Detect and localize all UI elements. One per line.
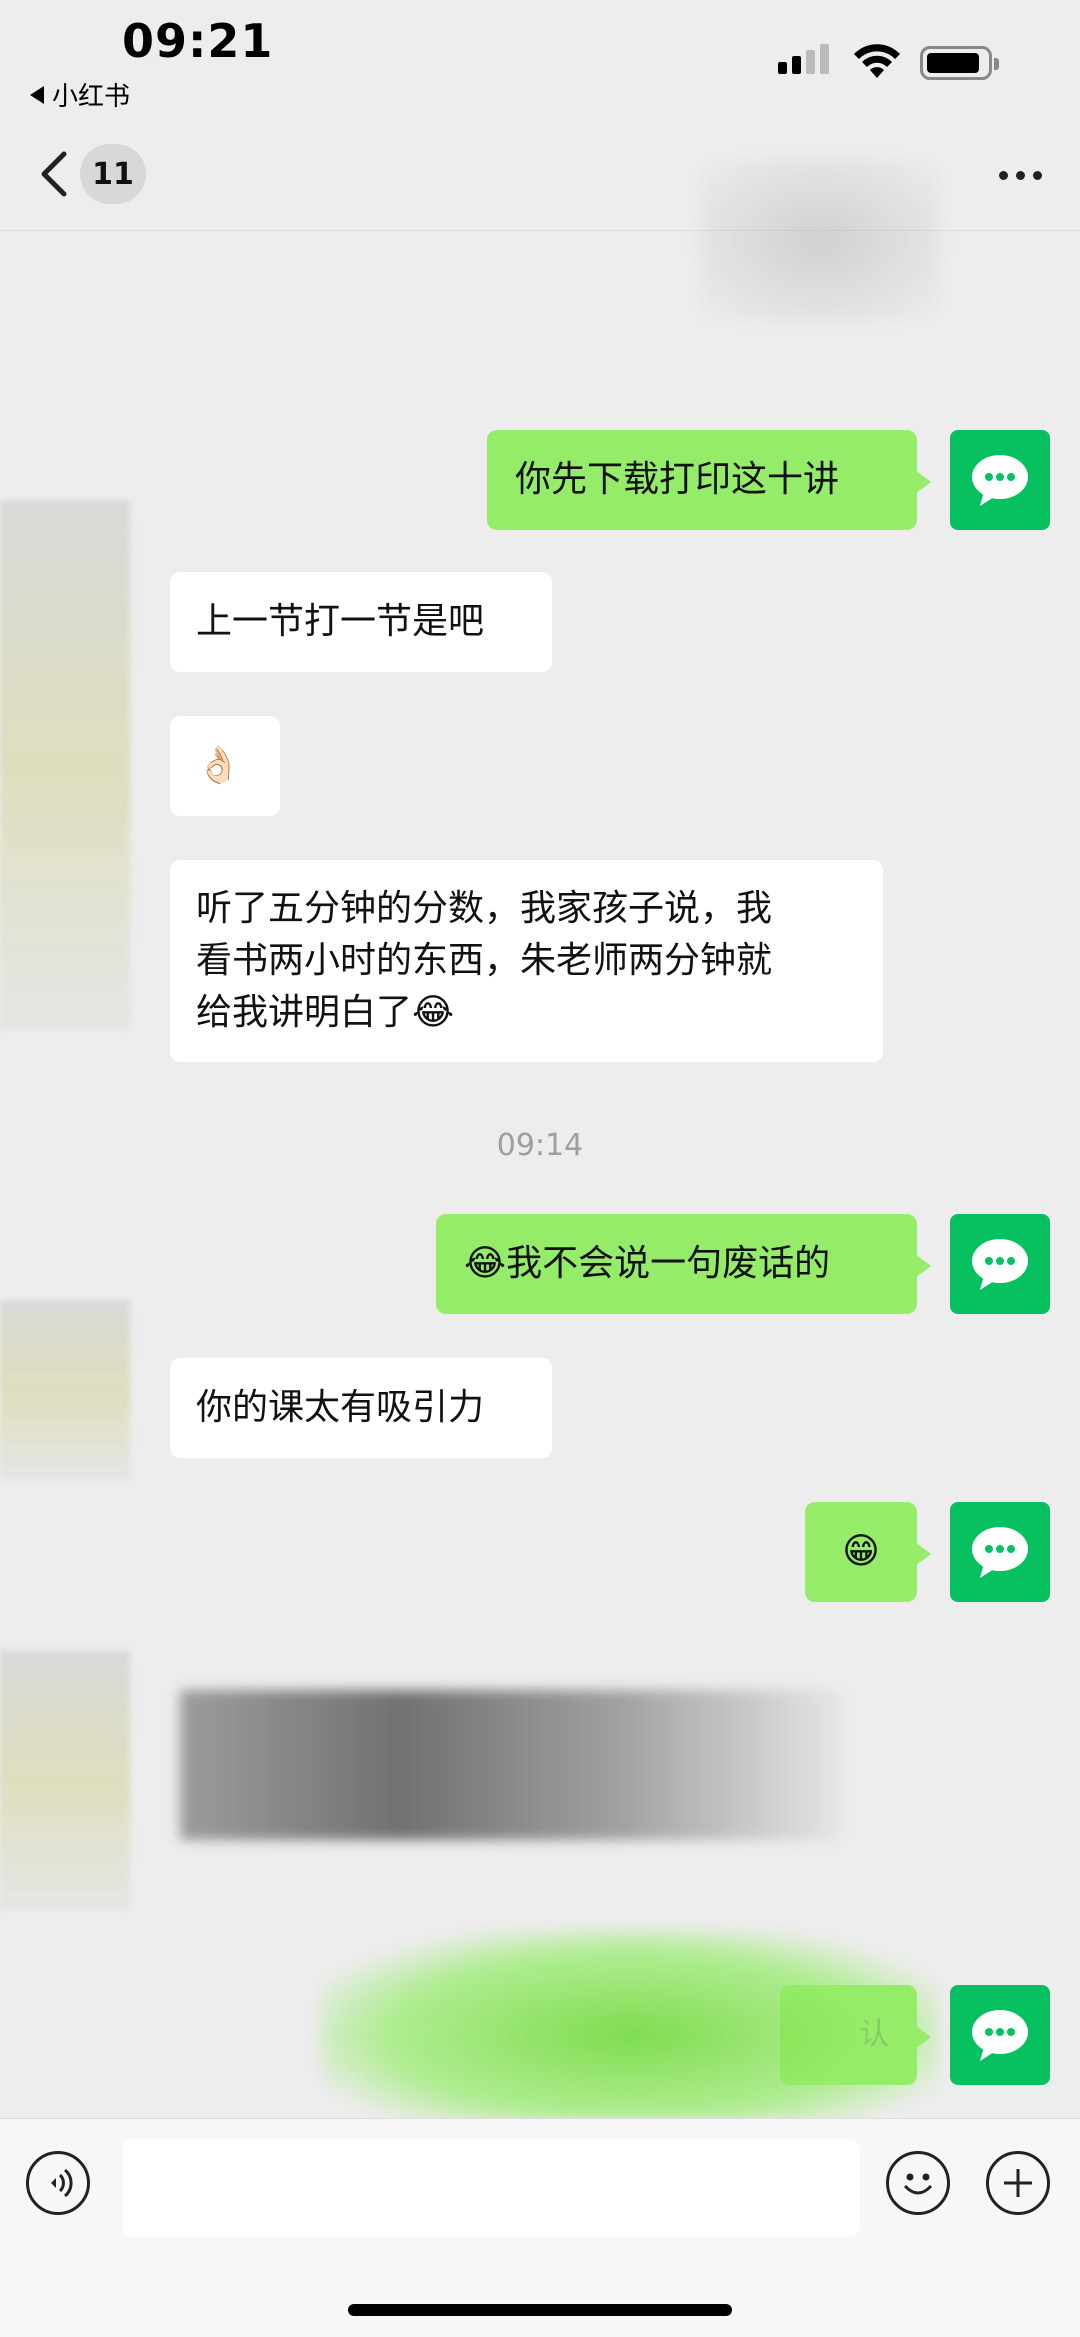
message-bubble-incoming[interactable]: 你的课太有吸引力: [170, 1358, 552, 1458]
battery-icon: [920, 46, 999, 80]
redaction-scribble: [320, 1930, 940, 2120]
message-bubble-outgoing[interactable]: 😁: [805, 1502, 931, 1602]
status-time: 09:21: [122, 14, 274, 68]
contact-avatar-redacted: [0, 500, 130, 1030]
wechat-avatar-icon: [972, 2010, 1028, 2061]
self-avatar[interactable]: [950, 1214, 1050, 1314]
message-text: 😂我不会说一句废话的: [464, 1243, 831, 1284]
wifi-icon: [854, 44, 900, 78]
message-input[interactable]: [122, 2139, 860, 2237]
redaction-scribble: [700, 160, 940, 320]
input-bar: [0, 2118, 1080, 2337]
cellular-signal-icon: [778, 44, 829, 74]
message-text: 😁: [842, 1531, 880, 1572]
message-text: 上一节打一节是吧: [196, 601, 485, 642]
back-to-app-link[interactable]: 小红书: [30, 76, 130, 113]
self-avatar[interactable]: [950, 430, 1050, 530]
message-bubble-incoming[interactable]: 👌🏻: [170, 716, 280, 816]
message-text: 你先下载打印这十讲: [515, 459, 840, 500]
message-text: 你的课太有吸引力: [196, 1387, 485, 1428]
self-avatar[interactable]: [950, 1502, 1050, 1602]
message-text: 👌🏻: [196, 745, 241, 786]
contact-avatar-redacted: [0, 1650, 130, 1910]
message-line: 听了五分钟的分数，我家孩子说，我: [196, 888, 773, 929]
message-bubble-outgoing[interactable]: 😂我不会说一句废话的: [436, 1214, 931, 1314]
back-app-label: 小红书: [52, 82, 131, 112]
home-indicator[interactable]: [348, 2304, 732, 2316]
message-line: 看书两小时的东西，朱老师两分钟就: [196, 940, 773, 981]
emoji-icon[interactable]: [886, 2151, 950, 2215]
wechat-avatar-icon: [972, 1239, 1028, 1290]
wechat-avatar-icon: [972, 1527, 1028, 1578]
wechat-avatar-icon: [972, 455, 1028, 506]
contact-avatar-redacted: [0, 1300, 130, 1480]
message-bubble-incoming[interactable]: 听了五分钟的分数，我家孩子说，我 看书两小时的东西，朱老师两分钟就 给我讲明白了…: [170, 860, 883, 1062]
unread-count-badge[interactable]: 11: [80, 144, 146, 204]
chat-screen: 09:21 小红书 11 你先下载打印这十讲 上一节打一节是吧 👌🏻 听了五分钟…: [0, 0, 1080, 2337]
status-bar: 09:21 小红书: [0, 0, 1080, 120]
timestamp: 09:14: [496, 1128, 584, 1163]
self-avatar[interactable]: [950, 1985, 1050, 2085]
redaction-scribble: [180, 1690, 840, 1840]
more-icon[interactable]: [990, 150, 1050, 200]
voice-icon[interactable]: [26, 2151, 90, 2215]
back-triangle-icon: [30, 85, 44, 104]
plus-icon[interactable]: [986, 2151, 1050, 2215]
message-bubble-incoming[interactable]: 上一节打一节是吧: [170, 572, 552, 672]
message-line: 给我讲明白了😂: [196, 992, 455, 1033]
message-bubble-outgoing[interactable]: 你先下载打印这十讲: [487, 430, 931, 530]
message-text-block: 听了五分钟的分数，我家孩子说，我 看书两小时的东西，朱老师两分钟就 给我讲明白了…: [196, 883, 772, 1039]
chevron-left-icon[interactable]: [30, 144, 80, 204]
